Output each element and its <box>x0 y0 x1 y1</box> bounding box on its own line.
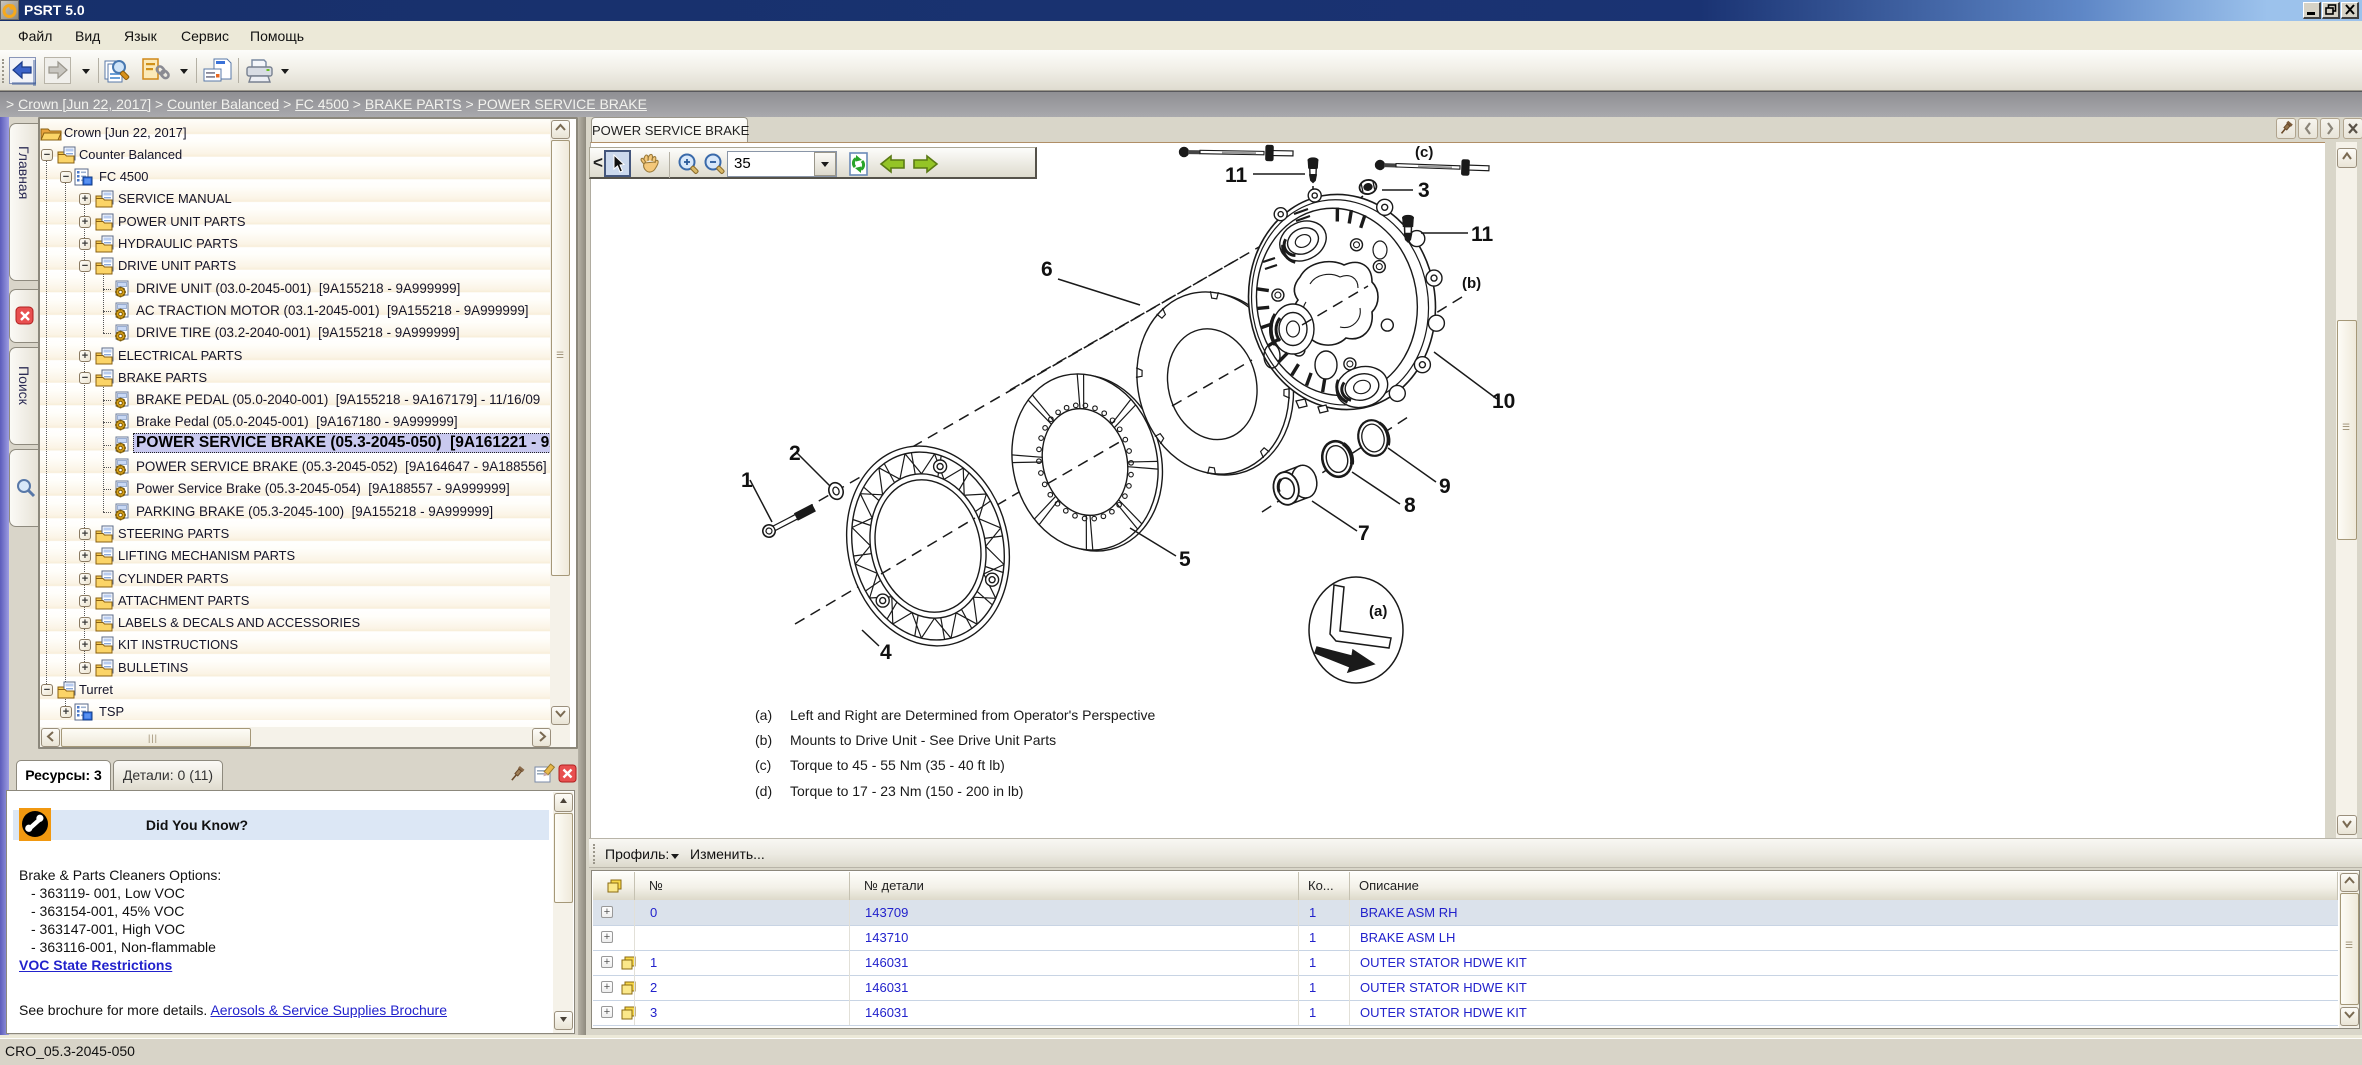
svg-text:7: 7 <box>1358 522 1370 545</box>
svg-text:8: 8 <box>1404 494 1416 517</box>
svg-text:(b): (b) <box>1462 275 1481 292</box>
svg-text:(c): (c) <box>1415 144 1433 161</box>
svg-text:11: 11 <box>1225 164 1248 187</box>
svg-text:2: 2 <box>789 442 801 465</box>
svg-text:10: 10 <box>1492 390 1515 413</box>
svg-text:4: 4 <box>880 641 892 664</box>
svg-text:9: 9 <box>1439 475 1451 498</box>
svg-text:3: 3 <box>1418 179 1430 202</box>
svg-text:6: 6 <box>1041 258 1053 281</box>
svg-text:11: 11 <box>1471 223 1494 246</box>
svg-text:5: 5 <box>1179 548 1191 571</box>
svg-text:(a): (a) <box>1369 603 1387 620</box>
svg-text:1: 1 <box>741 469 753 492</box>
